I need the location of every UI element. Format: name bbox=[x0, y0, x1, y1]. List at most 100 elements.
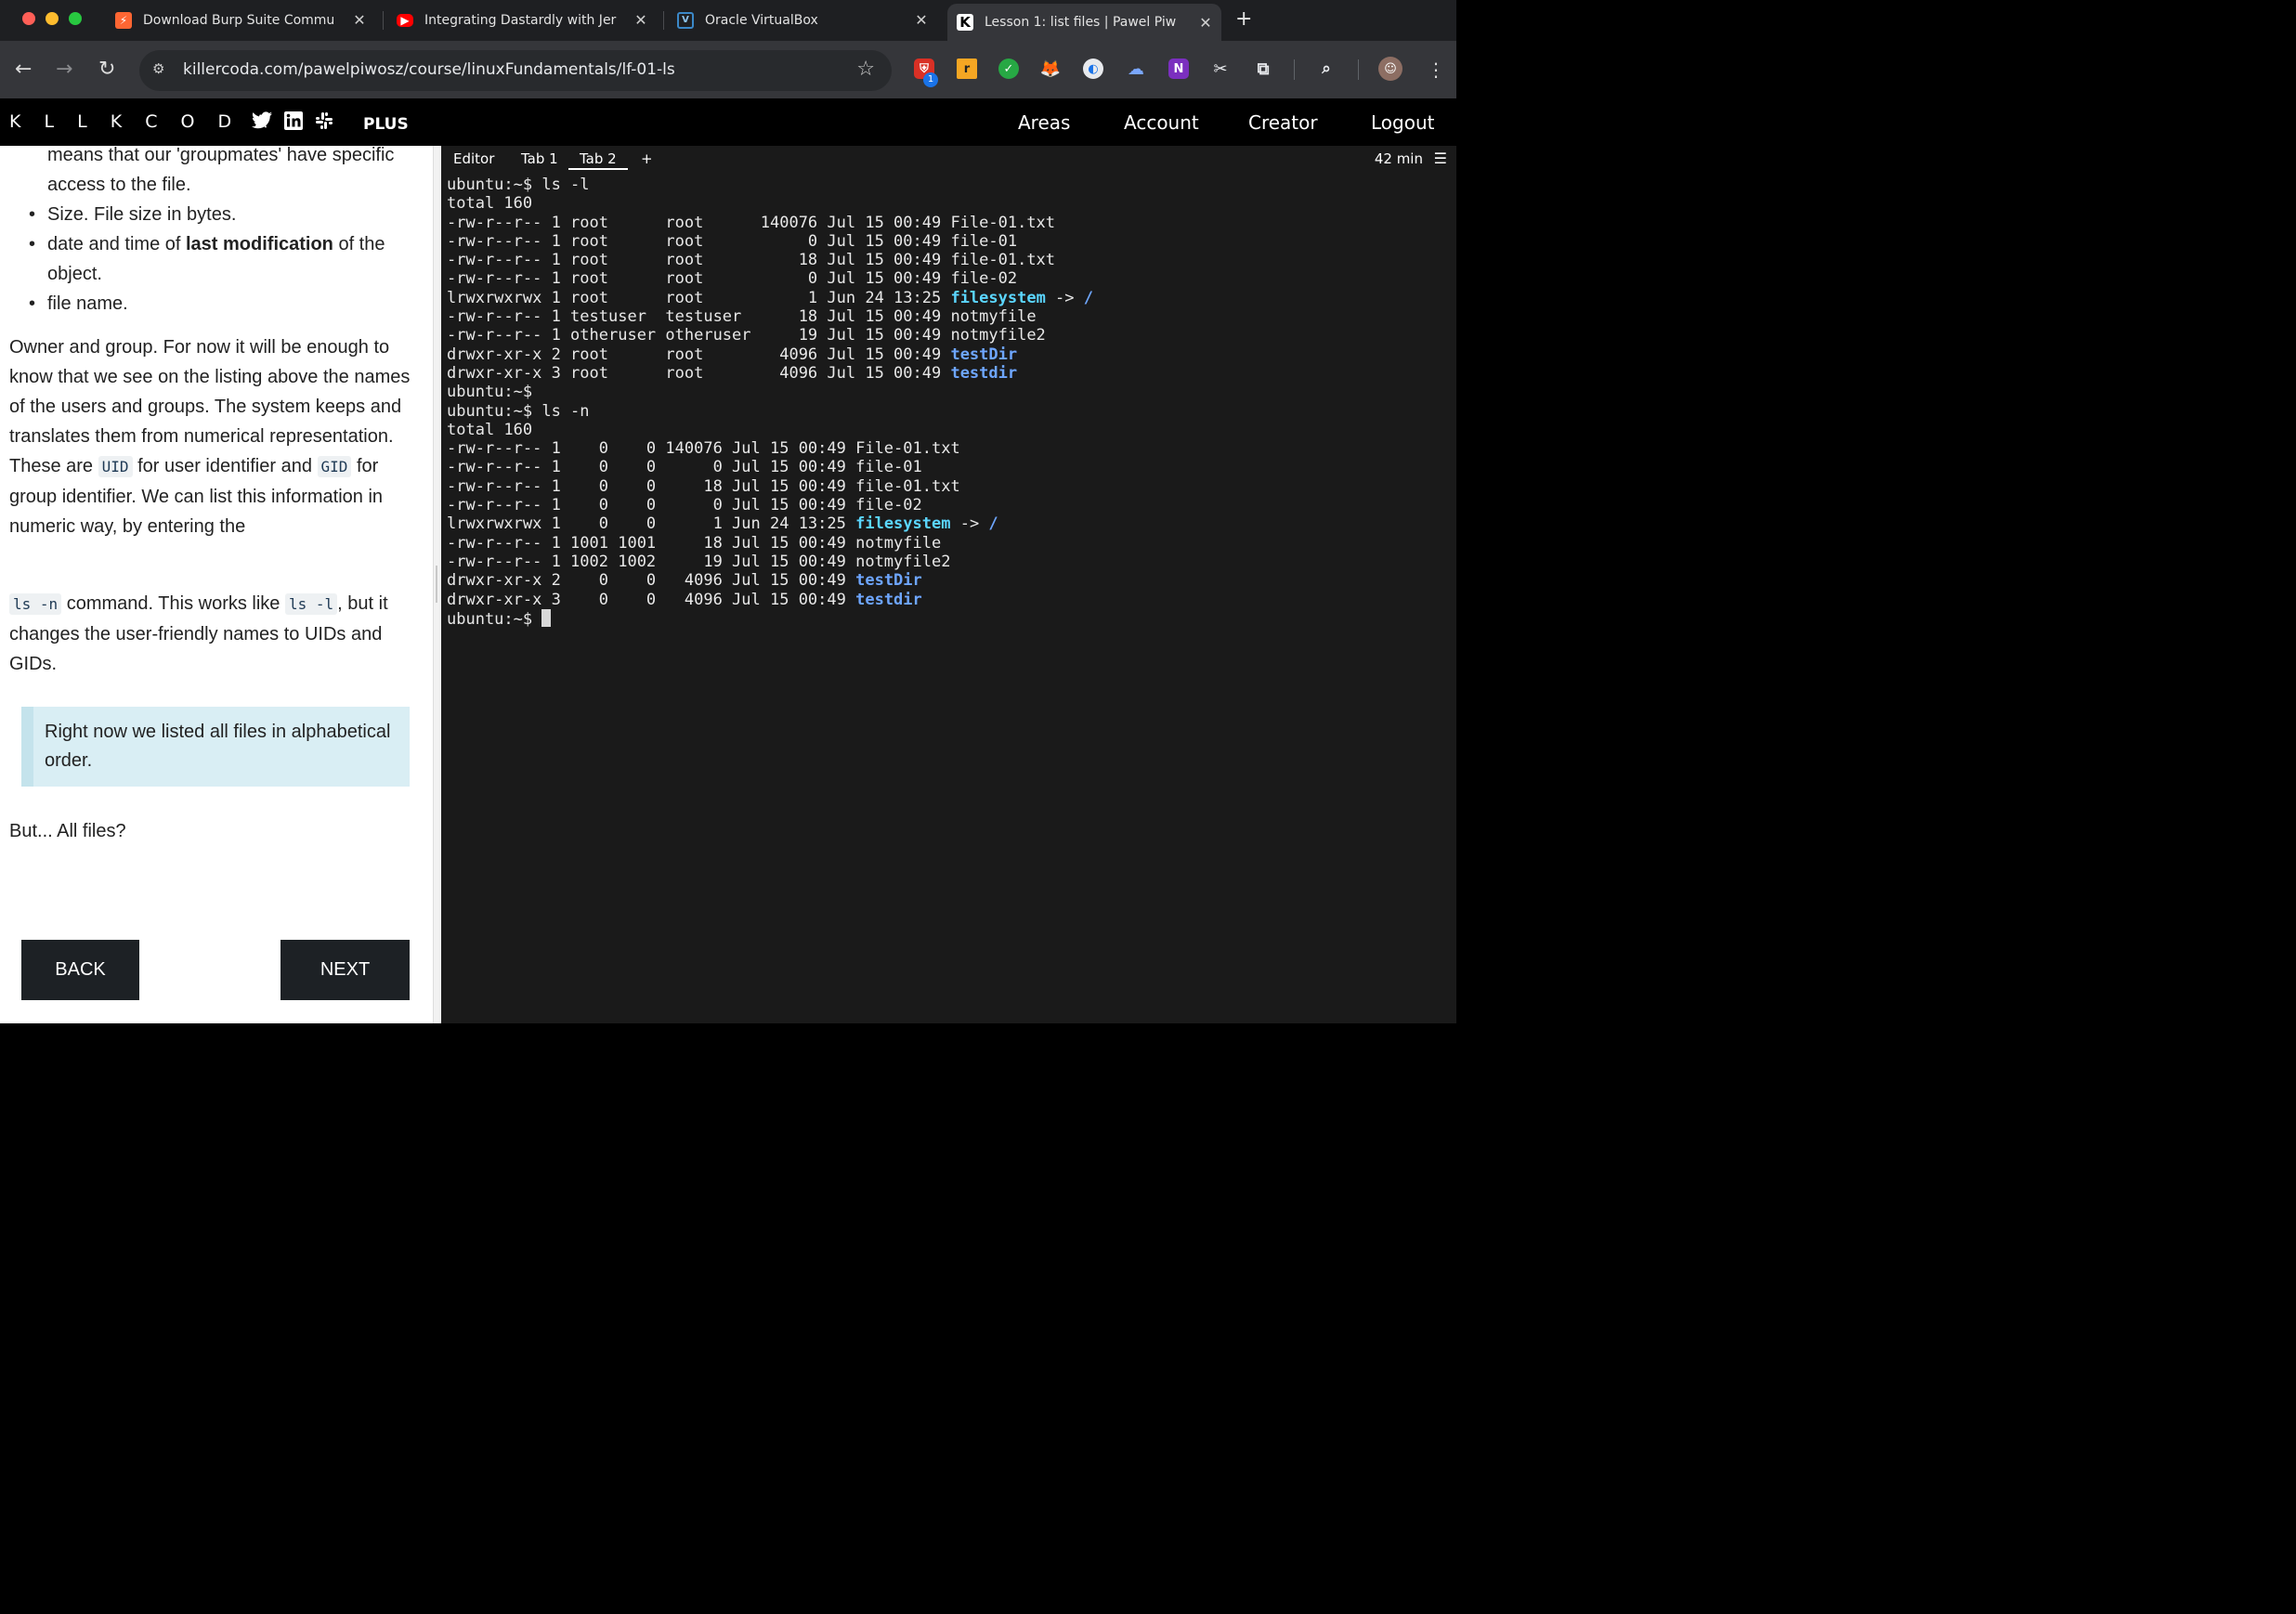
minimize-window-button[interactable] bbox=[46, 12, 59, 25]
terminal-text: -> bbox=[1045, 288, 1084, 307]
close-tab-icon[interactable]: ✕ bbox=[351, 11, 368, 29]
terminal-text: filesystem bbox=[855, 514, 951, 534]
browser-tab-killercoda-active[interactable]: K Lesson 1: list files | Pawel Piw ✕ bbox=[947, 4, 1221, 41]
add-tab-button[interactable]: + bbox=[641, 150, 653, 167]
back-button[interactable]: BACK bbox=[21, 940, 139, 1000]
inline-code: UID bbox=[98, 456, 133, 477]
extension-lock-icon[interactable]: ◐ bbox=[1083, 59, 1103, 79]
site-info-icon[interactable]: ⚙ bbox=[152, 60, 173, 81]
tab-title: Lesson 1: list files | Pawel Piw bbox=[985, 15, 1177, 30]
slack-icon[interactable] bbox=[315, 111, 333, 135]
nav-areas[interactable]: Areas bbox=[1018, 111, 1070, 134]
terminal-text: drwxr-xr-x 3 0 0 4096 Jul 15 00:49 bbox=[447, 590, 856, 609]
paragraph-text: for user identifier and bbox=[132, 456, 318, 476]
list-item: means that our 'groupmates' have specifi… bbox=[47, 146, 428, 200]
browser-tab-virtualbox[interactable]: V Oracle VirtualBox ✕ bbox=[677, 5, 930, 35]
terminal-text: total 160 bbox=[447, 420, 533, 439]
terminal-text: -rw-r--r-- 1 1001 1001 18 Jul 15 00:49 n… bbox=[447, 533, 942, 553]
close-tab-icon[interactable]: ✕ bbox=[633, 11, 649, 29]
browser-tab-burp[interactable]: ⚡ Download Burp Suite Commu ✕ bbox=[115, 5, 368, 35]
terminal-text: -rw-r--r-- 1 0 0 140076 Jul 15 00:49 Fil… bbox=[447, 439, 960, 459]
terminal-line: ubuntu:~$ ls -l bbox=[447, 176, 1093, 194]
new-tab-button[interactable]: + bbox=[1235, 7, 1252, 31]
terminal-text: -rw-r--r-- 1 1002 1002 19 Jul 15 00:49 n… bbox=[447, 552, 951, 571]
list-item-text: of the bbox=[333, 234, 385, 254]
nav-account[interactable]: Account bbox=[1124, 111, 1199, 134]
address-bar[interactable]: ⚙ killercoda.com/pawelpiwosz/course/linu… bbox=[139, 50, 892, 91]
list-item: Size. File size in bytes. bbox=[29, 200, 428, 229]
killercoda-logo[interactable]: K L L K C O D Λ bbox=[9, 111, 276, 132]
terminal-line: total 160 bbox=[447, 194, 1093, 213]
browser-tab-youtube[interactable]: ▶ Integrating Dastardly with Jer ✕ bbox=[397, 5, 649, 35]
terminal-text: ubuntu:~$ ls -n bbox=[447, 401, 590, 421]
burp-icon: ⚡ bbox=[115, 11, 132, 29]
nav-creator[interactable]: Creator bbox=[1248, 111, 1318, 134]
next-button[interactable]: NEXT bbox=[280, 940, 410, 1000]
toolbar-separator bbox=[1358, 59, 1359, 80]
list-item-text: file name. bbox=[47, 293, 128, 314]
zoom-window-button[interactable] bbox=[69, 12, 82, 25]
list-item-text: access to the file. bbox=[47, 175, 191, 195]
terminal-panel[interactable]: Editor Tab 1 Tab 2 + 42 min ☰ ubuntu:~$ … bbox=[441, 146, 1456, 1023]
ls-n-paragraph: ls -n command. This works like ls -l, bu… bbox=[9, 589, 424, 679]
session-timer: 42 min bbox=[1374, 150, 1423, 167]
tab-editor[interactable]: Editor bbox=[453, 150, 494, 167]
linkedin-icon[interactable] bbox=[284, 111, 303, 135]
terminal-line: drwxr-xr-x 3 root root 4096 Jul 15 00:49… bbox=[447, 364, 1093, 383]
close-window-button[interactable] bbox=[22, 12, 35, 25]
terminal-line: -rw-r--r-- 1 root root 140076 Jul 15 00:… bbox=[447, 214, 1093, 232]
plus-link[interactable]: PLUS bbox=[363, 115, 409, 134]
browser-toolbar: ← → ↻ ⚙ killercoda.com/pawelpiwosz/cours… bbox=[0, 41, 1456, 98]
panel-resize-handle[interactable] bbox=[433, 146, 441, 1023]
tab-title: Download Burp Suite Commu bbox=[143, 12, 335, 28]
url-text[interactable]: killercoda.com/pawelpiwosz/course/linuxF… bbox=[183, 60, 675, 79]
terminal-line: -rw-r--r-- 1 otheruser otheruser 19 Jul … bbox=[447, 326, 1093, 345]
callout-accent-bar bbox=[21, 707, 33, 787]
terminal-text: drwxr-xr-x 3 root root 4096 Jul 15 00:49 bbox=[447, 363, 951, 383]
back-arrow-icon[interactable]: ← bbox=[15, 57, 32, 83]
terminal-text: -rw-r--r-- 1 root root 0 Jul 15 00:49 fi… bbox=[447, 269, 1018, 289]
lesson-panel: means that our 'groupmates' have specifi… bbox=[0, 146, 433, 1023]
terminal-text: drwxr-xr-x 2 0 0 4096 Jul 15 00:49 bbox=[447, 571, 856, 591]
close-tab-icon[interactable]: ✕ bbox=[1197, 14, 1214, 32]
extension-crossed-icon[interactable]: ✂ bbox=[1210, 59, 1231, 79]
hamburger-menu-icon[interactable]: ☰ bbox=[1434, 150, 1447, 167]
inline-code: GID bbox=[317, 456, 352, 477]
metamask-fox-icon[interactable]: 🦊 bbox=[1040, 59, 1061, 79]
terminal-line: drwxr-xr-x 2 root root 4096 Jul 15 00:49… bbox=[447, 345, 1093, 364]
twitter-icon[interactable] bbox=[252, 111, 272, 134]
extension-check-icon[interactable]: ✓ bbox=[998, 59, 1019, 79]
nav-logout[interactable]: Logout bbox=[1371, 111, 1434, 134]
onenote-icon[interactable]: N bbox=[1168, 59, 1189, 79]
terminal-text: -rw-r--r-- 1 root root 0 Jul 15 00:49 fi… bbox=[447, 231, 1018, 251]
reload-icon[interactable]: ↻ bbox=[98, 57, 115, 83]
terminal-line: lrwxrwxrwx 1 root root 1 Jun 24 13:25 fi… bbox=[447, 289, 1093, 307]
list-item-text: means that our 'groupmates' have specifi… bbox=[47, 146, 395, 165]
bookmark-star-icon[interactable]: ☆ bbox=[856, 58, 875, 81]
terminal-line: drwxr-xr-x 3 0 0 4096 Jul 15 00:49 testd… bbox=[447, 591, 1093, 609]
terminal-output[interactable]: ubuntu:~$ ls -l total 160 -rw-r--r-- 1 roo… bbox=[447, 176, 1093, 629]
terminal-text: ubuntu:~$ bbox=[447, 609, 542, 629]
terminal-text: -> bbox=[950, 514, 989, 534]
tab-title: Integrating Dastardly with Jer bbox=[424, 12, 617, 28]
tab-tab2[interactable]: Tab 2 bbox=[580, 150, 617, 167]
close-tab-icon[interactable]: ✕ bbox=[913, 11, 930, 29]
search-tab-icon[interactable]: ⌕ bbox=[1316, 59, 1337, 79]
terminal-text: drwxr-xr-x 2 root root 4096 Jul 15 00:49 bbox=[447, 345, 951, 364]
terminal-line: drwxr-xr-x 2 0 0 4096 Jul 15 00:49 testD… bbox=[447, 571, 1093, 590]
terminal-text: filesystem bbox=[950, 288, 1046, 307]
forward-arrow-icon[interactable]: → bbox=[56, 57, 72, 83]
site-header: K L L K C O D Λ PLUS Areas Account Creat… bbox=[0, 98, 1456, 146]
killercoda-icon: K bbox=[957, 14, 973, 31]
tab-tab1[interactable]: Tab 1 bbox=[521, 150, 558, 167]
extensions-puzzle-icon[interactable]: ⧉ bbox=[1253, 59, 1273, 79]
terminal-text: -rw-r--r-- 1 0 0 0 Jul 15 00:49 file-02 bbox=[447, 496, 922, 515]
profile-avatar[interactable]: ☺ bbox=[1378, 57, 1402, 81]
closing-paragraph: But... All files? bbox=[9, 821, 126, 841]
extension-r-icon[interactable]: r bbox=[957, 59, 977, 79]
browser-menu-icon[interactable]: ⋮ bbox=[1427, 57, 1445, 83]
extension-bird-icon[interactable]: ☁ bbox=[1126, 59, 1146, 79]
terminal-line: lrwxrwxrwx 1 0 0 1 Jun 24 13:25 filesyst… bbox=[447, 514, 1093, 533]
terminal-text: -rw-r--r-- 1 root root 140076 Jul 15 00:… bbox=[447, 213, 1056, 232]
terminal-line: -rw-r--r-- 1 root root 0 Jul 15 00:49 fi… bbox=[447, 232, 1093, 251]
